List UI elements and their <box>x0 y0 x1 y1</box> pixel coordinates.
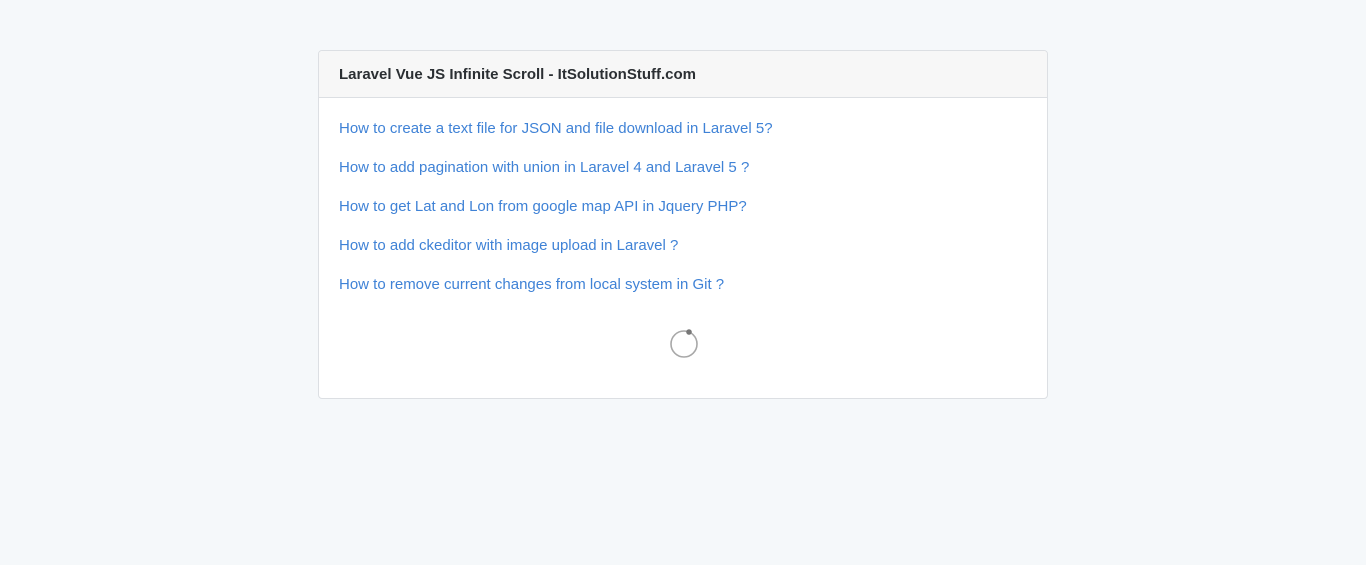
post-list: How to create a text file for JSON and f… <box>339 119 1027 314</box>
post-link[interactable]: How to remove current changes from local… <box>339 276 724 293</box>
loader <box>319 328 1047 360</box>
list-item: How to remove current changes from local… <box>339 275 1027 314</box>
post-link[interactable]: How to get Lat and Lon from google map A… <box>339 198 747 215</box>
infinite-scroll-card: Laravel Vue JS Infinite Scroll - ItSolut… <box>318 50 1048 399</box>
spinner-ring <box>670 330 698 358</box>
spinner-svg <box>670 329 698 358</box>
spinner-dot <box>686 329 692 335</box>
card-body[interactable]: How to create a text file for JSON and f… <box>319 98 1047 314</box>
list-item: How to get Lat and Lon from google map A… <box>339 197 1027 236</box>
post-link[interactable]: How to create a text file for JSON and f… <box>339 120 773 137</box>
list-item: How to add pagination with union in Lara… <box>339 158 1027 197</box>
post-link[interactable]: How to add pagination with union in Lara… <box>339 159 749 176</box>
card-title: Laravel Vue JS Infinite Scroll - ItSolut… <box>339 65 696 83</box>
loading-spinner-icon <box>669 328 698 358</box>
card-header: Laravel Vue JS Infinite Scroll - ItSolut… <box>319 51 1047 98</box>
post-link[interactable]: How to add ckeditor with image upload in… <box>339 237 678 254</box>
list-item: How to create a text file for JSON and f… <box>339 119 1027 158</box>
list-item: How to add ckeditor with image upload in… <box>339 236 1027 275</box>
